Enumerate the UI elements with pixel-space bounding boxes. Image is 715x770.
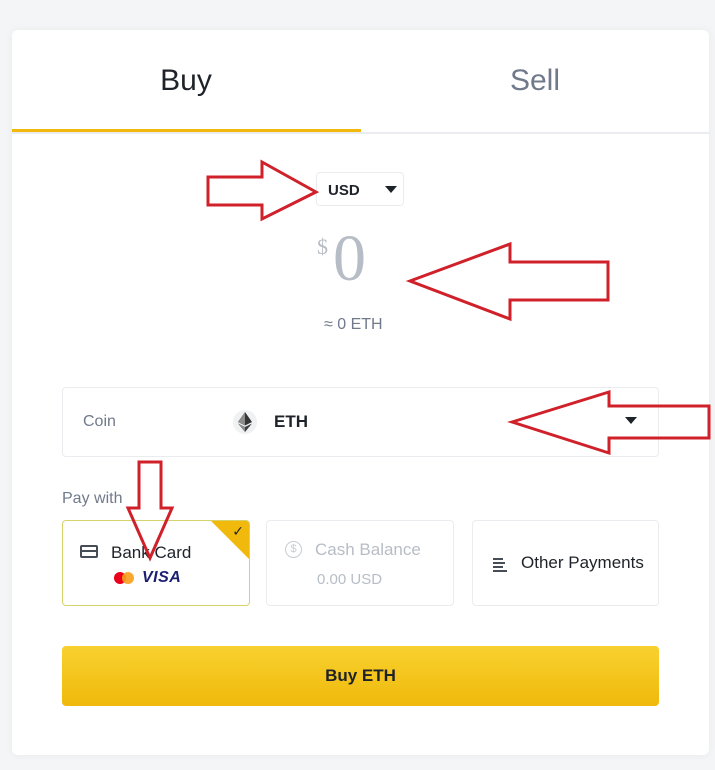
annotation-arrow-currency [206,159,320,222]
annotation-arrow-amount [405,241,610,322]
annotation-arrow-bank-card [125,460,175,562]
annotation-arrow-coin [506,389,711,456]
annotation-arrows [125,159,711,562]
